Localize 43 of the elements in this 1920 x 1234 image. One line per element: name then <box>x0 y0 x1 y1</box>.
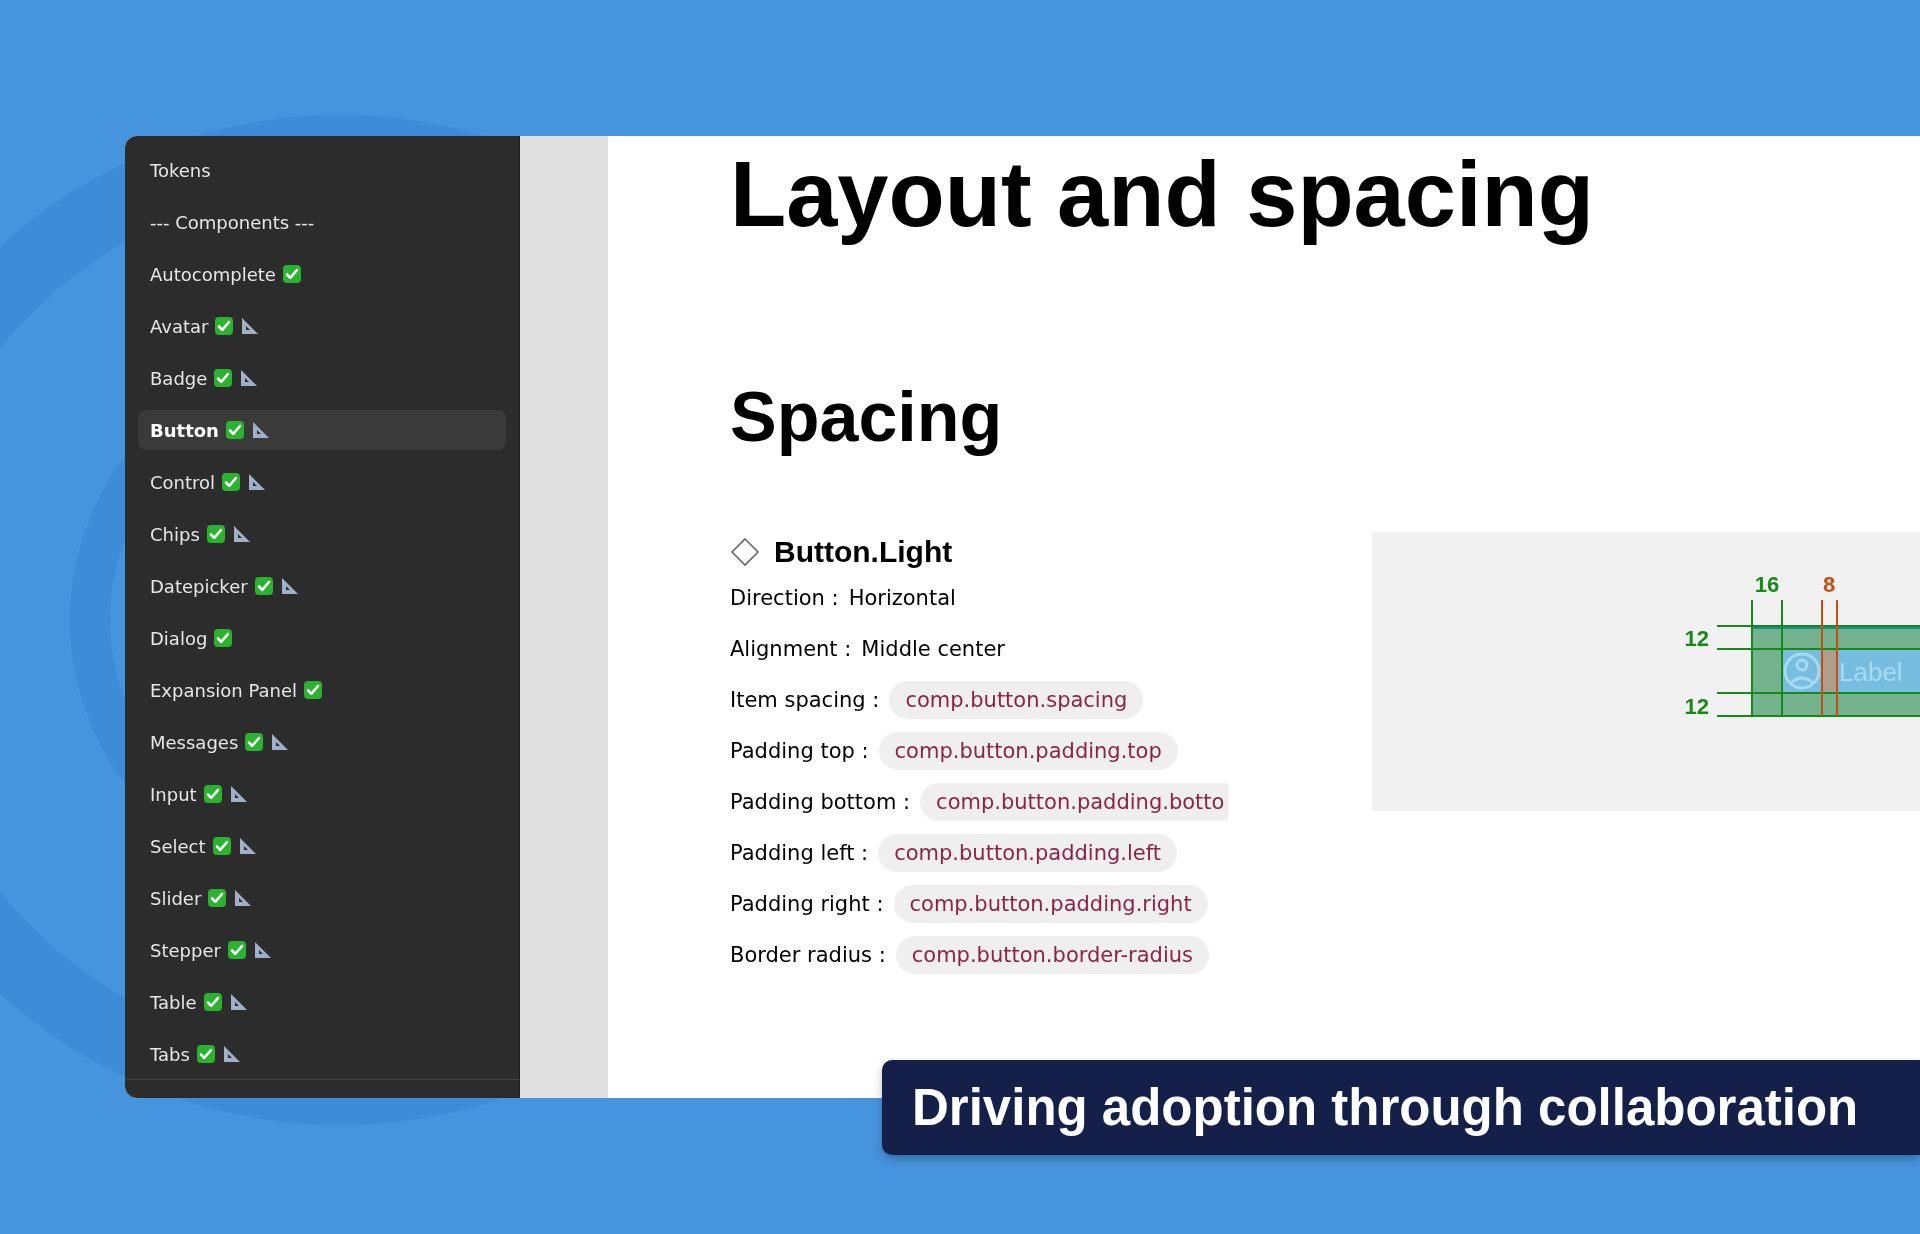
sidebar-item[interactable]: Badge <box>138 358 507 398</box>
property-label: Direction : <box>730 585 839 610</box>
token-chip: comp.button.spacing <box>889 680 1144 719</box>
component-name: Button.Light <box>774 535 953 570</box>
dimension-label: 16 <box>1754 572 1780 598</box>
property-label: Padding left : <box>730 840 869 865</box>
dimension-label: 12 <box>1684 694 1709 720</box>
property-label: Item spacing : <box>730 687 880 712</box>
sidebar-item[interactable]: Stepper <box>138 930 507 970</box>
dimension-label: 8 <box>1822 572 1836 598</box>
caption-banner: Driving adoption through collaboration <box>882 1060 1920 1155</box>
sidebar-item[interactable]: Button <box>138 410 507 450</box>
sidebar-item[interactable]: Expansion Panel <box>138 670 507 710</box>
token-chip: comp.button.padding.botto <box>920 782 1229 821</box>
property-label: Alignment : <box>730 636 852 661</box>
property-value: Horizontal <box>848 585 956 610</box>
page-title: Layout and spacing <box>730 144 1595 246</box>
token-chip: comp.button.border-radius <box>895 935 1210 974</box>
sidebar-item[interactable]: Tabs <box>138 1034 507 1074</box>
sidebar-item[interactable]: Control <box>138 462 507 502</box>
sidebar-item[interactable]: --- Components --- <box>138 202 507 242</box>
sidebar-item[interactable]: Avatar <box>138 306 507 346</box>
sidebar-item[interactable]: Messages <box>138 722 507 762</box>
property-label: Padding bottom : <box>730 789 911 814</box>
token-chip: comp.button.padding.left <box>878 833 1177 872</box>
sidebar-item[interactable]: Dialog <box>138 618 507 658</box>
sidebar-item[interactable]: Select <box>138 826 507 866</box>
sidebar-item[interactable]: Chips <box>138 514 507 554</box>
property-label: Padding right : <box>730 891 884 916</box>
property-value: Middle center <box>861 636 1005 661</box>
sidebar-item[interactable]: Autocomplete <box>138 254 507 294</box>
property-label: Padding top : <box>730 738 869 763</box>
sidebar-item[interactable]: Datepicker <box>138 566 507 606</box>
section-heading: Spacing <box>730 379 1004 457</box>
sidebar-item[interactable]: Slider <box>138 878 507 918</box>
sidebar-item[interactable]: Tokens <box>138 150 507 190</box>
sidebar-item[interactable]: Input <box>138 774 507 814</box>
token-chip: comp.button.padding.top <box>878 731 1178 770</box>
property-label: Border radius : <box>730 942 886 967</box>
sidebar-item[interactable]: Table <box>138 982 507 1022</box>
diamond-icon <box>730 537 760 568</box>
dimension-label: 12 <box>1684 626 1709 652</box>
token-chip: comp.button.padding.right <box>893 884 1208 923</box>
